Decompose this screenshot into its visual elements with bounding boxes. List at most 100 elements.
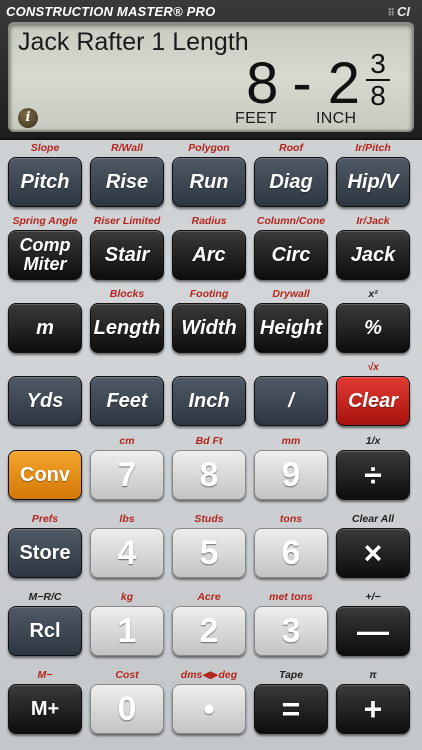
secondary-label-radius: Radius [191,215,227,227]
key-label: = [281,690,301,727]
key-label: Comp Miter [19,235,71,274]
key-subtract-button[interactable]: — [336,606,410,656]
key-length-button[interactable]: Length [90,303,164,353]
key-add-button[interactable]: + [336,684,410,734]
key-label: Clear [347,389,399,412]
key-label: Conv [20,463,70,486]
key-label: Hip/V [347,170,399,193]
key-yds-button[interactable]: Yds [8,376,82,426]
key-label: Feet [106,389,148,412]
key-label: Arc [192,243,226,266]
secondary-label-x: √x [367,361,379,373]
key-label: Width [181,316,237,339]
key-memory-plus-button[interactable]: M+ [8,684,82,734]
secondary-label-cost: Cost [115,669,139,681]
secondary-label-blocks: Blocks [109,288,145,300]
key-label: Rcl [29,619,61,642]
key-1-button[interactable]: 1 [90,606,164,656]
secondary-label-ir-pitch: Ir/Pitch [355,142,391,154]
key-label: 2 [199,611,219,650]
secondary-label-roof: Roof [279,142,303,154]
key-label: Store [19,541,71,564]
key-inch-button[interactable]: Inch [172,376,246,426]
key-multiply-button[interactable]: × [336,528,410,578]
key-feet-button[interactable]: Feet [90,376,164,426]
key-diag-button[interactable]: Diag [254,157,328,207]
secondary-label-tape: Tape [278,669,304,681]
fraction-denominator: 8 [370,80,386,111]
key-label: Yds [26,389,64,412]
secondary-label-polygon: Polygon [188,142,230,154]
key-label: ÷ [364,456,382,493]
key-7-button[interactable]: 7 [90,450,164,500]
key-4-button[interactable]: 4 [90,528,164,578]
key-0-button[interactable]: 0 [90,684,164,734]
key-label: 0 [117,689,137,728]
key-jack-button[interactable]: Jack [336,230,410,280]
key-run-button[interactable]: Run [172,157,246,207]
key-clear-button[interactable]: Clear [336,376,410,426]
secondary-label-riser-limited: Riser Limited [93,215,161,227]
key-3-button[interactable]: 3 [254,606,328,656]
secondary-label-met-tons: met tons [269,591,313,603]
key-label: • [203,690,215,727]
display-dash: - [292,51,312,116]
key-pitch-button[interactable]: Pitch [8,157,82,207]
key-width-button[interactable]: Width [172,303,246,353]
key-8-button[interactable]: 8 [172,450,246,500]
key-m-button[interactable]: m [8,303,82,353]
key-percent-button[interactable]: % [336,303,410,353]
key-hip-v-button[interactable]: Hip/V [336,157,410,207]
key-label: + [363,690,383,727]
secondary-label-acre: Acre [197,591,221,603]
key-label: 1 [117,611,137,650]
key-height-button[interactable]: Height [254,303,328,353]
key-decimal-point-button[interactable]: • [172,684,246,734]
secondary-label-mm: mm [281,435,301,447]
key-label: 8 [199,455,219,494]
key-comp-miter-button[interactable]: Comp Miter [8,230,82,280]
inch-unit-label: INCH [316,110,357,127]
key-label: 6 [281,533,301,572]
secondary-label-slope: Slope [30,142,60,154]
secondary-label-dms-deg: dms◀▶deg [180,669,238,681]
key-2-button[interactable]: 2 [172,606,246,656]
secondary-label-prefs: Prefs [31,513,59,525]
info-icon[interactable]: i [18,108,38,128]
key-label: 7 [117,455,137,494]
secondary-label-spring-angle: Spring Angle [12,215,78,227]
key-label: Diag [269,170,313,193]
key-label: Height [259,316,323,339]
key-stair-button[interactable]: Stair [90,230,164,280]
key-divide-button[interactable]: ÷ [336,450,410,500]
feet-unit-label: FEET [235,110,278,127]
key-label: Pitch [20,170,70,193]
key-equals-button[interactable]: = [254,684,328,734]
key-rcl-button[interactable]: Rcl [8,606,82,656]
secondary-label-sym: π [369,669,377,681]
key-9-button[interactable]: 9 [254,450,328,500]
secondary-label-studs: Studs [194,513,224,525]
secondary-label-x: x² [368,288,378,300]
secondary-label-m: M− [37,669,53,681]
key-arc-button[interactable]: Arc [172,230,246,280]
key-rise-button[interactable]: Rise [90,157,164,207]
secondary-label-m-r-c: M−R/C [28,591,62,603]
logo-text: CI [397,4,410,19]
secondary-label-lbs: lbs [119,513,135,525]
key-store-button[interactable]: Store [8,528,82,578]
key-conv-button[interactable]: Conv [8,450,82,500]
key-circ-button[interactable]: Circ [254,230,328,280]
key-6-button[interactable]: 6 [254,528,328,578]
key-label: % [364,316,382,339]
secondary-label-sym: +/− [365,591,381,603]
secondary-label-column-cone: Column/Cone [256,215,326,227]
key-label: 4 [117,533,137,572]
display-fraction: 3 8 [366,50,390,110]
key-label: Circ [271,243,311,266]
key-fraction-button[interactable]: / [254,376,328,426]
calculated-industries-logo: ⠿ CI [387,4,410,19]
key-5-button[interactable]: 5 [172,528,246,578]
display-inch: 2 [327,51,360,116]
key-label: Run [189,170,229,193]
